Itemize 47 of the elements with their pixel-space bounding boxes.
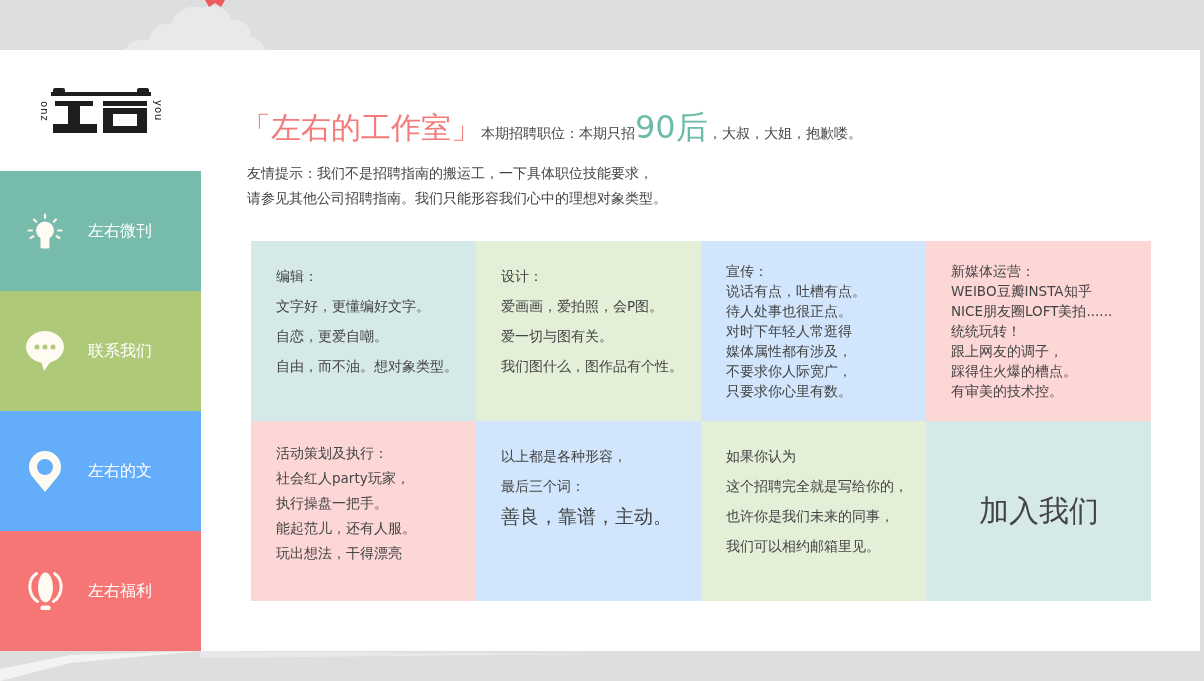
card-text: 社会红人party玩家， bbox=[276, 469, 411, 488]
recruit-text: ，大叔，大姐，抱歉喽。 bbox=[707, 125, 862, 143]
logo-text: you bbox=[152, 99, 163, 122]
card-heading: 活动策划及执行： bbox=[276, 444, 389, 463]
chat-bubble-icon bbox=[26, 331, 64, 371]
card-text: 说话有点，吐槽有点。 bbox=[726, 282, 867, 301]
card-text: 自由，而不油。想对象类型。 bbox=[276, 357, 459, 376]
card-text: 只要求你心里有数。 bbox=[726, 382, 853, 401]
map-pin-icon bbox=[29, 450, 61, 492]
page-title: 「左右的工作室」 bbox=[241, 109, 481, 147]
nav-item[interactable]: 左右福利 bbox=[0, 531, 201, 651]
card-heading: 编辑： bbox=[276, 267, 319, 286]
card-text: 待人处事也很正点。 bbox=[726, 302, 853, 321]
card-text: 自恋，更爱自嘲。 bbox=[276, 327, 389, 346]
card-text: 爱画画，爱拍照，会P图。 bbox=[501, 297, 665, 316]
logo-icon bbox=[50, 87, 151, 134]
recruit-text: 本期招聘职位：本期只招 bbox=[481, 125, 635, 143]
card-text: 统统玩转！ bbox=[951, 322, 1022, 341]
motto-text: 善良，靠谱，主动。 bbox=[501, 504, 673, 529]
card-text: NICE朋友圈LOFT美拍...... bbox=[951, 302, 1114, 321]
card-text: 以上都是各种形容， 最后三个词： bbox=[501, 447, 628, 496]
logo-text: zuo bbox=[38, 100, 49, 121]
card-text: 对时下年轻人常逛得 bbox=[726, 322, 853, 341]
card-text: 有审美的技术控。 bbox=[951, 382, 1064, 401]
lightbulb-icon bbox=[27, 212, 63, 250]
highlight-text: 90后 bbox=[635, 107, 708, 147]
card-text: 文字好，更懂编好文字。 bbox=[276, 297, 431, 316]
card-text: 能起范儿，还有人服。 bbox=[276, 519, 417, 538]
card-text: 踩得住火爆的槽点。 bbox=[951, 362, 1078, 381]
join-us-link[interactable]: 加入我们 bbox=[926, 421, 1151, 601]
card-heading: 宣传： bbox=[726, 262, 769, 281]
nav-item[interactable]: 左右的文 bbox=[0, 411, 201, 531]
balloon-icon bbox=[27, 571, 63, 611]
card-heading: 新媒体运营： bbox=[951, 262, 1036, 281]
card-text: 执行操盘一把手。 bbox=[276, 494, 389, 513]
card-paragraph: 如果你认为 这个招聘完全就是写给你的， 也许你是我们未来的同事， 我们可以相约邮箱里见。 bbox=[726, 447, 909, 556]
nav-item[interactable]: 左右微刊 bbox=[0, 171, 201, 291]
card-text: 跟上网友的调子， bbox=[951, 342, 1064, 361]
card-text: 爱一切与图有关。 bbox=[501, 327, 614, 346]
card-text: WEIBO豆瓣INSTA知乎 bbox=[951, 282, 1093, 301]
card-heading: 设计： bbox=[501, 267, 544, 286]
card-text: 不要求你人际宽广， bbox=[726, 362, 853, 381]
tip-text: 友情提示：我们不是招聘指南的搬运工，一下具体职位技能要求， 请参见其他公司招聘指南。我们只能形容我们心中的理想对象类型。 bbox=[247, 164, 667, 208]
card-text: 我们图什么，图作品有个性。 bbox=[501, 357, 684, 376]
card-text: 玩出想法，干得漂亮 bbox=[276, 544, 403, 563]
card-text: 媒体属性都有涉及， bbox=[726, 342, 853, 361]
nav-item[interactable]: 联系我们 bbox=[0, 291, 201, 411]
